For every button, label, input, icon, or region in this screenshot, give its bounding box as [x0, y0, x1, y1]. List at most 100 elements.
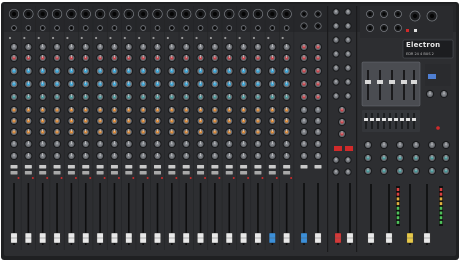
mute-button[interactable]: [125, 165, 133, 169]
aux4-knob[interactable]: [253, 139, 263, 149]
solo-button[interactable]: [82, 171, 90, 175]
master-knob[interactable]: [395, 140, 405, 150]
graphic-eq-slider[interactable]: [365, 80, 371, 84]
lo-eq-knob[interactable]: [196, 92, 205, 102]
aux2-knob[interactable]: [52, 116, 62, 126]
lo-eq-knob[interactable]: [9, 92, 19, 102]
xlr-input-jack[interactable]: [152, 8, 163, 20]
line-input-jack[interactable]: [240, 25, 247, 31]
mid-freq-knob[interactable]: [52, 79, 62, 89]
mid-freq-knob[interactable]: [239, 79, 249, 89]
pan-knob[interactable]: [67, 151, 76, 161]
mid-freq-knob[interactable]: [67, 79, 76, 89]
aux3-knob[interactable]: [38, 127, 47, 137]
mid-freq-knob[interactable]: [81, 79, 91, 89]
aux-send-jack[interactable]: [366, 24, 374, 32]
hi-eq-knob[interactable]: [253, 53, 263, 63]
master-knob[interactable]: [379, 166, 389, 176]
master-knob[interactable]: [441, 153, 451, 163]
mid-eq-knob[interactable]: [110, 66, 119, 76]
geq-band-slider[interactable]: [364, 118, 368, 121]
aux1-knob[interactable]: [153, 105, 162, 115]
mute-button[interactable]: [110, 165, 118, 169]
mute-button[interactable]: [240, 165, 248, 169]
stereo-knob[interactable]: [299, 53, 309, 63]
line-input-jack[interactable]: [82, 25, 89, 31]
aux4-knob[interactable]: [9, 139, 19, 149]
aux3-knob[interactable]: [96, 127, 105, 137]
geq-band-slider[interactable]: [376, 118, 380, 121]
stereo-knob[interactable]: [299, 116, 309, 126]
mid-freq-knob[interactable]: [23, 79, 33, 89]
stereo-knob[interactable]: [313, 79, 323, 89]
master-knob[interactable]: [395, 166, 405, 176]
aux-return-knob[interactable]: [332, 8, 340, 16]
pan-knob[interactable]: [239, 151, 248, 161]
hi-eq-knob[interactable]: [24, 53, 33, 63]
master-knob[interactable]: [427, 140, 437, 150]
aux3-knob[interactable]: [225, 127, 234, 137]
mid-eq-knob[interactable]: [67, 66, 76, 76]
aux3-knob[interactable]: [282, 127, 291, 137]
line-input-jack[interactable]: [226, 25, 233, 31]
stereo-knob[interactable]: [299, 42, 309, 52]
pan-knob[interactable]: [124, 151, 133, 161]
aux3-knob[interactable]: [239, 127, 248, 137]
pan-knob[interactable]: [196, 151, 205, 161]
master-knob[interactable]: [379, 140, 389, 150]
aux3-knob[interactable]: [24, 127, 33, 137]
mid-eq-knob[interactable]: [210, 66, 220, 76]
line-input-jack[interactable]: [169, 25, 175, 31]
solo-button[interactable]: [154, 171, 161, 175]
aux1-knob[interactable]: [210, 105, 219, 115]
geq-band-slider[interactable]: [412, 118, 416, 121]
aux3-knob[interactable]: [210, 127, 219, 137]
solo-button[interactable]: [10, 171, 18, 175]
mid-freq-knob[interactable]: [210, 79, 220, 89]
lo-eq-knob[interactable]: [110, 92, 119, 102]
fx-param-knob[interactable]: [425, 89, 435, 99]
mid-eq-knob[interactable]: [196, 66, 205, 76]
solo-button[interactable]: [110, 171, 118, 175]
stereo-knob[interactable]: [299, 92, 309, 102]
hi-eq-knob[interactable]: [225, 53, 234, 63]
solo-button[interactable]: [39, 171, 47, 175]
aux-send-jack[interactable]: [394, 24, 402, 32]
mid-eq-knob[interactable]: [38, 66, 48, 76]
mid-freq-knob[interactable]: [167, 79, 177, 89]
stereo-knob[interactable]: [313, 139, 323, 149]
aux2-knob[interactable]: [38, 116, 47, 126]
mute-button[interactable]: [197, 165, 205, 169]
line-input-jack[interactable]: [39, 25, 46, 31]
master-knob[interactable]: [363, 166, 373, 176]
geq-band-slider[interactable]: [394, 118, 398, 121]
aux-return-knob[interactable]: [344, 50, 352, 58]
fx-mute-button[interactable]: [345, 146, 353, 151]
stereo-input-jack-left[interactable]: [314, 10, 322, 18]
mute-button[interactable]: [254, 165, 262, 169]
aux1-knob[interactable]: [110, 105, 119, 115]
line-input-jack[interactable]: [111, 25, 118, 31]
mute-button[interactable]: [225, 165, 233, 169]
mid-freq-knob[interactable]: [38, 79, 48, 89]
mid-eq-knob[interactable]: [9, 66, 19, 76]
gain-knob[interactable]: [196, 42, 205, 52]
lo-eq-knob[interactable]: [225, 92, 234, 102]
solo-button[interactable]: [139, 171, 147, 175]
lo-eq-knob[interactable]: [139, 92, 148, 102]
aux2-knob[interactable]: [182, 116, 191, 126]
lo-eq-knob[interactable]: [81, 92, 90, 102]
stereo-knob[interactable]: [299, 127, 309, 137]
hi-eq-knob[interactable]: [96, 53, 105, 63]
fx-return-knob[interactable]: [337, 105, 347, 115]
line-input-jack[interactable]: [11, 25, 17, 31]
line-input-jack[interactable]: [255, 25, 261, 31]
stereo-mute-button[interactable]: [314, 165, 322, 169]
xlr-input-jack[interactable]: [195, 8, 206, 20]
geq-band-slider[interactable]: [400, 118, 404, 121]
hi-eq-knob[interactable]: [196, 53, 205, 63]
aux2-knob[interactable]: [153, 116, 162, 126]
aux4-knob[interactable]: [153, 139, 162, 149]
hi-eq-knob[interactable]: [239, 53, 248, 63]
aux4-knob[interactable]: [139, 139, 148, 149]
